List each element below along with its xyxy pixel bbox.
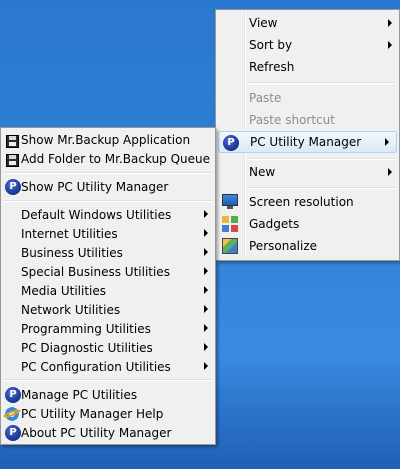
submenu-default-windows-utilities[interactable]: Default Windows Utilities bbox=[1, 205, 215, 224]
desktop[interactable]: { "desktop_menu": { "items": [ {"label":… bbox=[0, 0, 400, 469]
floppy-disk-icon bbox=[6, 135, 19, 148]
menu-item-new[interactable]: New bbox=[216, 161, 399, 183]
menu-item-gadgets[interactable]: Gadgets bbox=[216, 213, 399, 235]
submenu-arrow-icon bbox=[388, 168, 392, 176]
menu-item-label: Show PC Utility Manager bbox=[21, 180, 169, 194]
submenu-arrow-icon bbox=[385, 138, 389, 146]
submenu-programming-utilities[interactable]: Programming Utilities bbox=[1, 319, 215, 338]
menu-item-sort-by[interactable]: Sort by bbox=[216, 34, 399, 56]
submenu-arrow-icon bbox=[204, 305, 208, 313]
menu-item-view[interactable]: View bbox=[216, 12, 399, 34]
menu-item-about-pc-utility-manager[interactable]: P About PC Utility Manager bbox=[1, 423, 215, 442]
menu-separator bbox=[3, 172, 213, 174]
menu-item-label: Gadgets bbox=[249, 217, 300, 231]
menu-item-label: PC Diagnostic Utilities bbox=[21, 341, 153, 355]
internet-explorer-icon bbox=[4, 406, 20, 422]
menu-item-label: Business Utilities bbox=[21, 246, 123, 260]
menu-item-paste-shortcut: Paste shortcut bbox=[216, 109, 399, 131]
menu-item-label: New bbox=[249, 165, 276, 179]
submenu-pc-diagnostic-utilities[interactable]: PC Diagnostic Utilities bbox=[1, 338, 215, 357]
submenu-arrow-icon bbox=[388, 41, 392, 49]
menu-item-label: PC Utility Manager Help bbox=[21, 407, 164, 421]
submenu-arrow-icon bbox=[204, 286, 208, 294]
submenu-business-utilities[interactable]: Business Utilities bbox=[1, 243, 215, 262]
menu-item-label: Show Mr.Backup Application bbox=[21, 133, 191, 147]
pc-utility-manager-icon: P bbox=[5, 425, 21, 441]
menu-item-label: Network Utilities bbox=[21, 303, 121, 317]
menu-item-label: Personalize bbox=[249, 239, 318, 253]
submenu-internet-utilities[interactable]: Internet Utilities bbox=[1, 224, 215, 243]
menu-item-label: Special Business Utilities bbox=[21, 265, 170, 279]
submenu-arrow-icon bbox=[204, 324, 208, 332]
menu-item-pc-utility-manager[interactable]: P PC Utility Manager bbox=[218, 131, 397, 153]
menu-item-label: PC Configuration Utilities bbox=[21, 360, 171, 374]
submenu-pc-configuration-utilities[interactable]: PC Configuration Utilities bbox=[1, 357, 215, 376]
submenu-arrow-icon bbox=[388, 19, 392, 27]
menu-separator bbox=[3, 200, 213, 202]
submenu-special-business-utilities[interactable]: Special Business Utilities bbox=[1, 262, 215, 281]
desktop-context-menu: View Sort by Refresh Paste Paste shortcu… bbox=[215, 9, 400, 261]
menu-item-show-pc-utility-manager[interactable]: P Show PC Utility Manager bbox=[1, 177, 215, 196]
submenu-arrow-icon bbox=[204, 343, 208, 351]
menu-item-label: Manage PC Utilities bbox=[21, 388, 138, 402]
menu-item-personalize[interactable]: Personalize bbox=[216, 235, 399, 257]
menu-item-label: About PC Utility Manager bbox=[21, 426, 172, 440]
menu-item-label: Paste bbox=[249, 91, 282, 105]
menu-item-label: Refresh bbox=[249, 60, 295, 74]
submenu-arrow-icon bbox=[204, 248, 208, 256]
menu-item-refresh[interactable]: Refresh bbox=[216, 56, 399, 78]
menu-separator bbox=[246, 158, 397, 160]
menu-item-manage-pc-utilities[interactable]: P Manage PC Utilities bbox=[1, 385, 215, 404]
menu-item-add-folder-mr-backup[interactable]: Add Folder to Mr.Backup Queue bbox=[1, 149, 215, 168]
menu-item-label: Paste shortcut bbox=[249, 113, 335, 127]
submenu-arrow-icon bbox=[204, 229, 208, 237]
menu-item-label: PC Utility Manager bbox=[250, 135, 362, 149]
menu-separator bbox=[246, 187, 397, 189]
submenu-arrow-icon bbox=[204, 210, 208, 218]
submenu-arrow-icon bbox=[204, 267, 208, 275]
menu-separator bbox=[3, 379, 213, 381]
menu-item-label: View bbox=[249, 16, 278, 30]
menu-item-label: Screen resolution bbox=[249, 195, 354, 209]
menu-separator bbox=[246, 82, 397, 84]
menu-item-pc-utility-manager-help[interactable]: PC Utility Manager Help bbox=[1, 404, 215, 423]
menu-item-label: Add Folder to Mr.Backup Queue bbox=[21, 152, 211, 166]
pc-utility-manager-icon: P bbox=[223, 135, 239, 151]
personalize-icon bbox=[222, 238, 238, 254]
menu-item-label: Programming Utilities bbox=[21, 322, 151, 336]
gadgets-icon bbox=[222, 216, 238, 232]
menu-item-show-mr-backup[interactable]: Show Mr.Backup Application bbox=[1, 130, 215, 149]
floppy-disk-icon bbox=[6, 154, 19, 167]
menu-item-label: Internet Utilities bbox=[21, 227, 118, 241]
submenu-arrow-icon bbox=[204, 362, 208, 370]
menu-item-label: Sort by bbox=[249, 38, 293, 52]
menu-item-paste: Paste bbox=[216, 87, 399, 109]
pc-utility-manager-submenu: Show Mr.Backup Application Add Folder to… bbox=[0, 127, 216, 445]
menu-item-label: Default Windows Utilities bbox=[21, 208, 172, 222]
submenu-network-utilities[interactable]: Network Utilities bbox=[1, 300, 215, 319]
pc-utility-manager-icon: P bbox=[5, 387, 21, 403]
monitor-icon bbox=[222, 194, 238, 209]
menu-item-label: Media Utilities bbox=[21, 284, 107, 298]
submenu-media-utilities[interactable]: Media Utilities bbox=[1, 281, 215, 300]
menu-item-screen-resolution[interactable]: Screen resolution bbox=[216, 191, 399, 213]
pc-utility-manager-icon: P bbox=[5, 179, 21, 195]
